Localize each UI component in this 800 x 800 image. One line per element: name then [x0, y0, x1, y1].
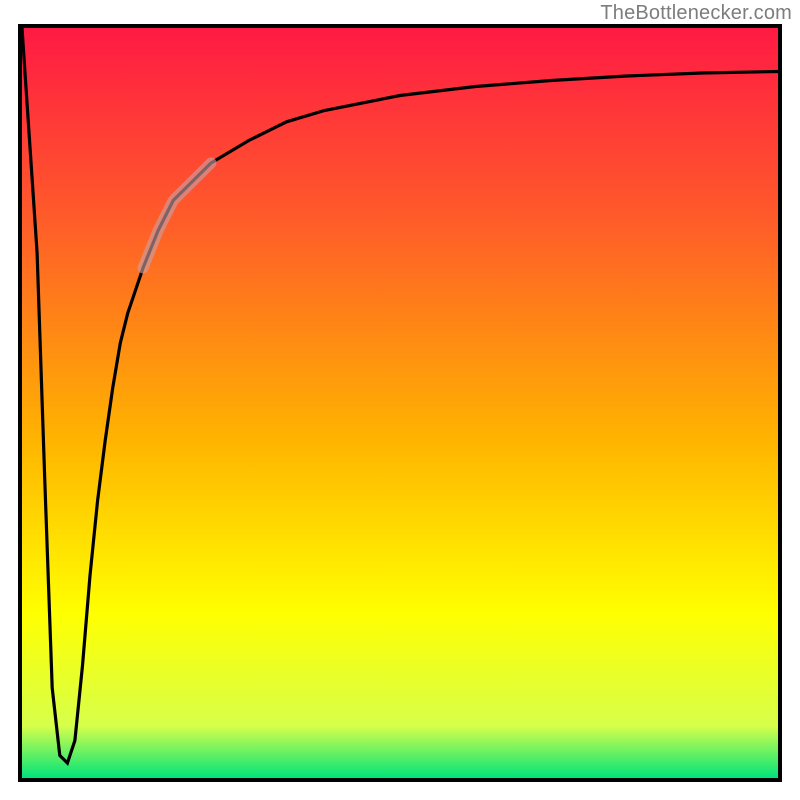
attribution-text: TheBottlenecker.com — [600, 2, 792, 25]
chart-svg — [0, 0, 800, 800]
axis-frame-right — [778, 24, 782, 782]
axis-frame-bottom — [18, 778, 782, 782]
axis-frame-left — [18, 24, 22, 782]
plot-gradient-bg — [22, 28, 778, 778]
